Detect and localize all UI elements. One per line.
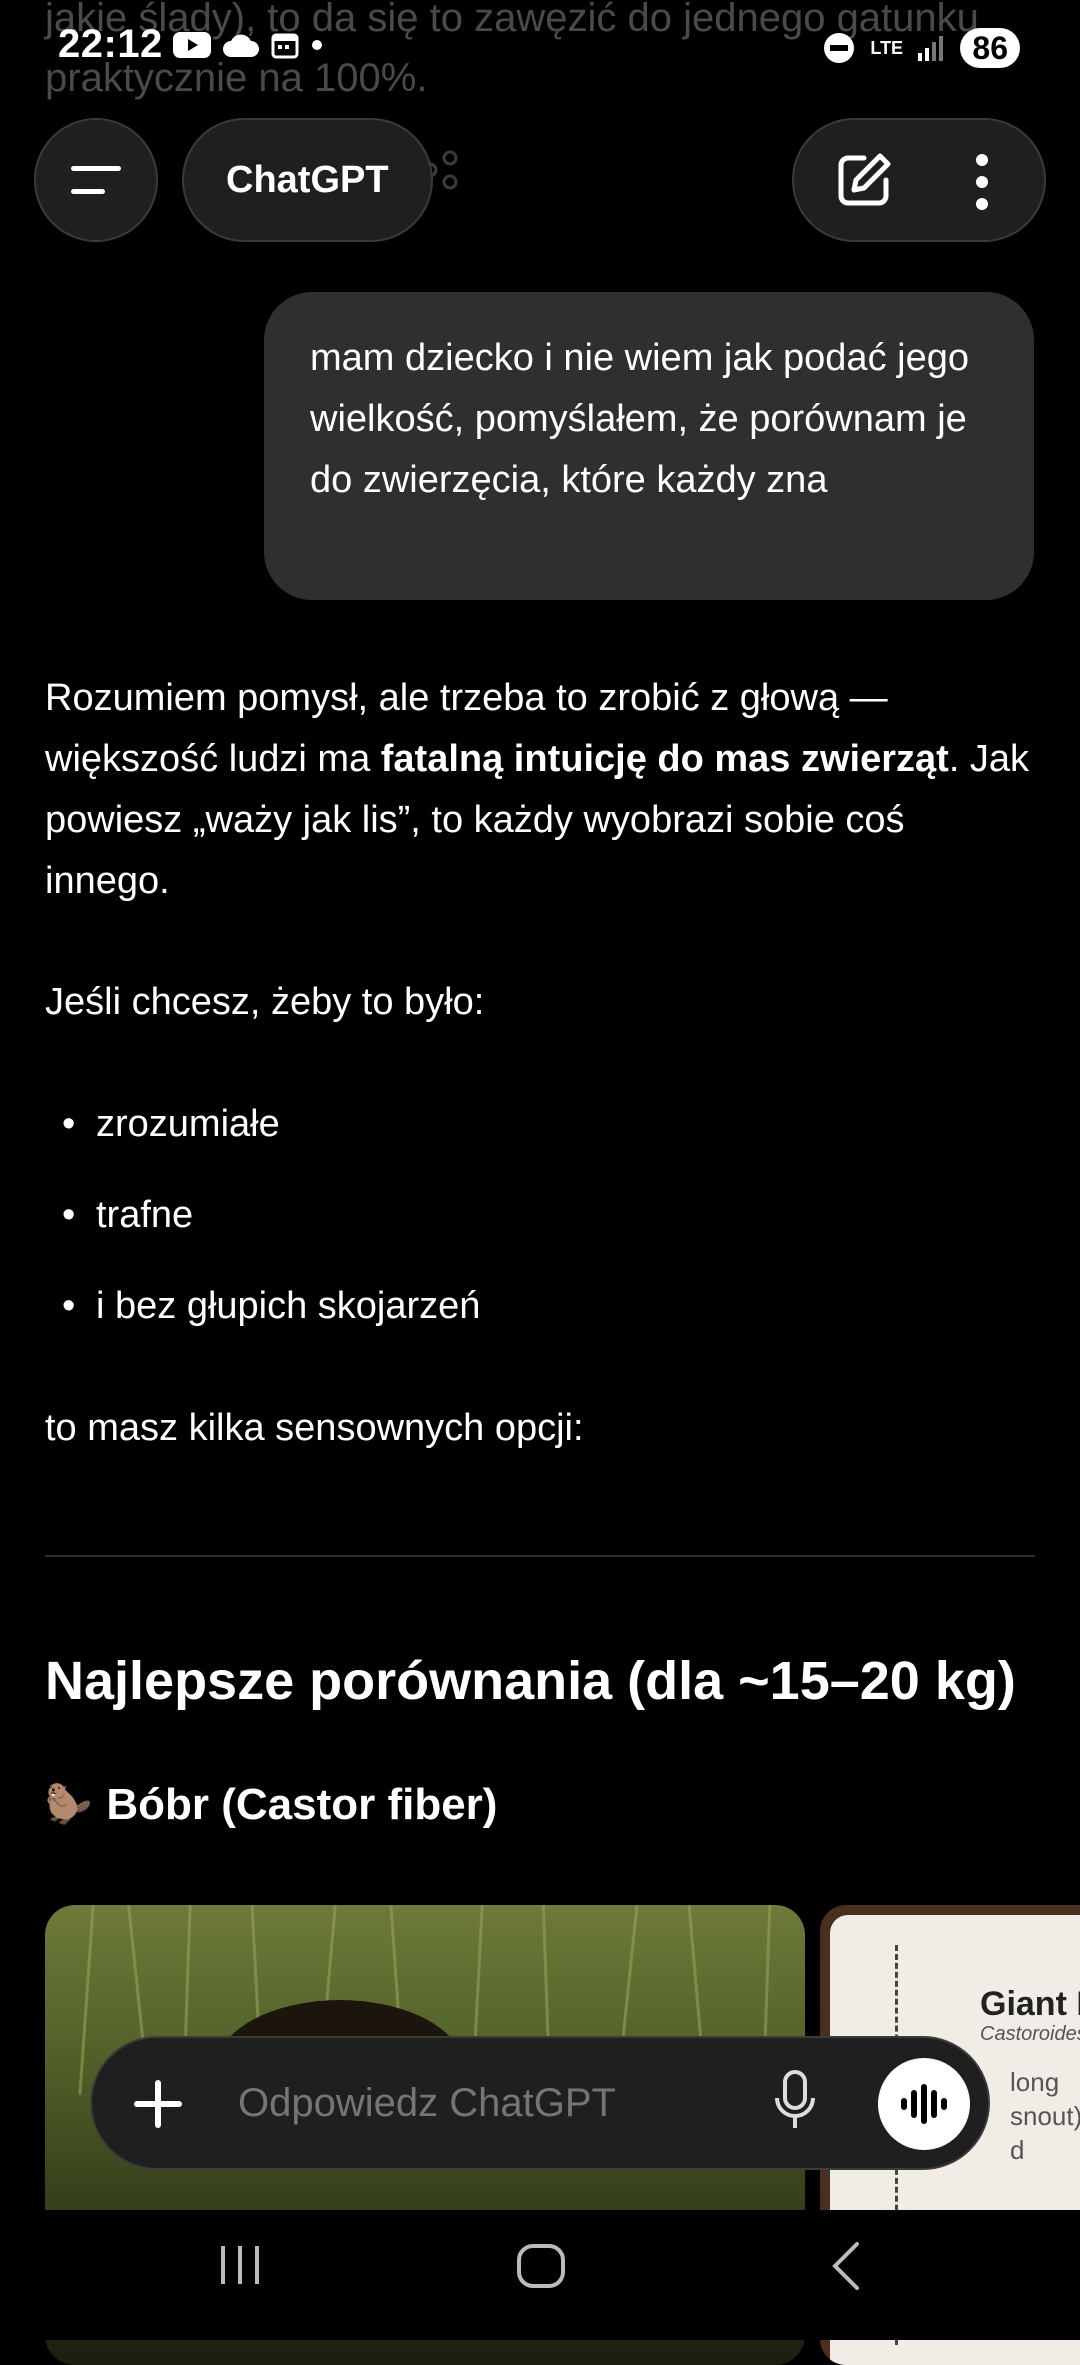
list-item-text: zrozumiałe	[96, 1103, 280, 1145]
list-item: • trafne	[62, 1185, 193, 1246]
message-input[interactable]	[238, 2072, 738, 2134]
battery-level: 86	[960, 28, 1020, 68]
caption-line: d	[1010, 2135, 1025, 2165]
status-time: 22:12	[58, 22, 163, 66]
recent-apps-icon[interactable]	[215, 2240, 265, 2290]
calendar-icon	[271, 33, 299, 59]
voice-mode-button[interactable]	[878, 2058, 970, 2150]
notification-icons	[172, 30, 324, 60]
home-icon[interactable]	[515, 2240, 567, 2292]
list-item-text: trafne	[96, 1194, 194, 1236]
caption-line: long	[1010, 2067, 1060, 2097]
youtube-icon	[173, 32, 211, 58]
do-not-disturb-icon	[824, 33, 855, 63]
section-heading: Najlepsze porównania (dla ~15–20 kg)	[45, 1651, 1016, 1711]
menu-button[interactable]	[34, 118, 158, 242]
illustration-caption: long snout) d	[1010, 2065, 1080, 2167]
beaver-emoji-icon: 🦫	[45, 1784, 93, 1826]
dot-icon	[312, 40, 322, 50]
divider	[45, 1555, 1035, 1557]
more-options-icon[interactable]	[972, 152, 992, 212]
list-item: • i bez głupich skojarzeń	[62, 1276, 480, 1337]
list-item: • zrozumiałe	[62, 1094, 280, 1155]
model-title-button[interactable]: ChatGPT	[182, 118, 433, 242]
system-navigation-bar	[0, 2210, 1080, 2340]
subsection-heading: 🦫 Bóbr (Castor fiber)	[45, 1780, 497, 1830]
user-message-bubble: mam dziecko i nie wiem jak podać jego wi…	[264, 292, 1034, 600]
bold-text: fatalną intuicję do mas zwierząt	[380, 738, 949, 780]
back-icon[interactable]	[825, 2240, 865, 2292]
assistant-paragraph-2: Jeśli chcesz, żeby to było:	[45, 981, 485, 1023]
illustration-subtitle: Castoroides	[980, 2023, 1080, 2045]
assistant-paragraph-3: to masz kilka sensownych opcji:	[45, 1407, 584, 1449]
signal-icon	[918, 36, 944, 61]
network-type: LTE	[870, 38, 904, 58]
cloud-icon	[223, 34, 259, 57]
microphone-icon[interactable]	[772, 2068, 818, 2138]
status-right: LTE 86	[822, 28, 1020, 68]
assistant-paragraph: Rozumiem pomysł, ale trzeba to zrobić z …	[45, 668, 1035, 912]
illustration-title: Giant B	[980, 1985, 1080, 2023]
header-actions	[792, 118, 1046, 242]
composer-bar	[90, 2036, 990, 2170]
plus-icon[interactable]	[130, 2076, 186, 2132]
hamburger-icon	[71, 166, 121, 194]
caption-line: snout)	[1010, 2101, 1080, 2131]
list-item-text: i bez głupich skojarzeń	[96, 1285, 481, 1327]
new-chat-icon[interactable]	[834, 150, 894, 210]
voice-waveform-icon	[901, 2084, 947, 2124]
subsection-heading-text: Bóbr (Castor fiber)	[106, 1780, 498, 1829]
